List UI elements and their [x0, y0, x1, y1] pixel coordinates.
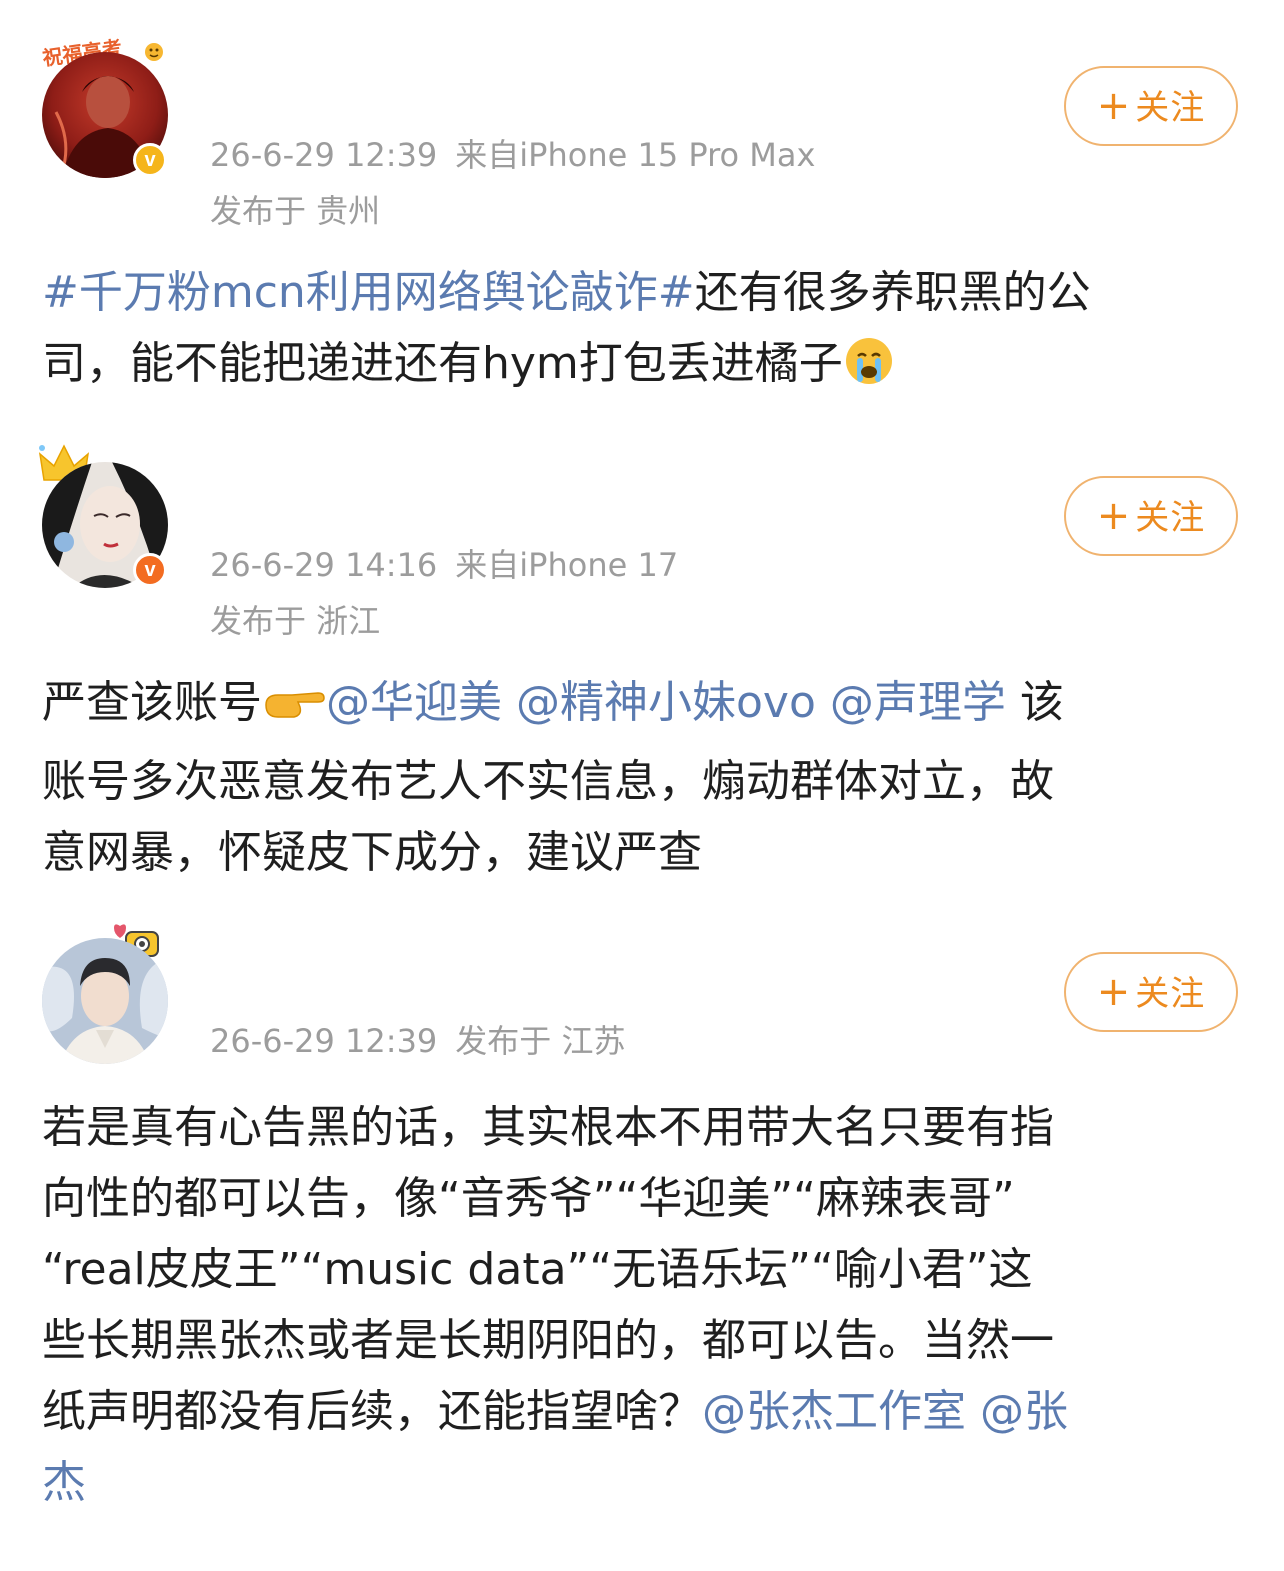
post-time: 26-6-29 14:16	[210, 546, 438, 584]
mention-link-continued[interactable]: 杰	[42, 1457, 86, 1508]
content-line: 司，能不能把递进还有hym打包丢进橘子	[42, 328, 1242, 407]
content-line: 些长期黑张杰或者是长期阴阳的，都可以告。当然一	[42, 1315, 1054, 1366]
follow-button[interactable]: + 关注	[1064, 66, 1238, 146]
follow-button[interactable]: + 关注	[1064, 476, 1238, 556]
content-line: 向性的都可以告，像“音秀爷”“华迎美”“麻辣表哥”	[42, 1173, 1015, 1224]
post-source: 来自iPhone 17	[455, 546, 679, 584]
content-line: #千万粉mcn利用网络舆论敲诈#还有很多养职黑的公	[42, 257, 1242, 328]
post-meta: 26-6-29 12:39 来自iPhone 15 Pro Max	[210, 130, 815, 176]
post-meta: 26-6-29 12:39 发布于 江苏	[210, 1016, 625, 1062]
follow-label: 关注	[1135, 974, 1206, 1014]
follow-label: 关注	[1135, 88, 1206, 128]
post-location: 发布于 浙江	[210, 596, 380, 642]
content-text: 该	[1005, 677, 1064, 728]
content-line: 若是真有心告黑的话，其实根本不用带大名只要有指	[42, 1102, 1054, 1153]
verified-badge-icon: v	[133, 553, 167, 587]
mention-link[interactable]: @声理学	[830, 677, 1006, 728]
content-text: 纸声明都没有后续，还能指望啥？	[42, 1386, 702, 1437]
content-text: 还有很多养职黑的公	[694, 267, 1091, 318]
post-content: 严查该账号 @华迎美 @精神小妹ovo @声理学 该 账号多次恶意发布艺人不实信…	[42, 667, 1242, 888]
post-3: + 关注 26-6-29 12:39 发布于 江苏 若是真有心告黑的话，其实根本不用…	[0, 900, 1284, 1571]
content-text: 司，能不能把递进还有hym打包丢进橘子	[42, 338, 843, 389]
post-content: #千万粉mcn利用网络舆论敲诈#还有很多养职黑的公 司，能不能把递进还有hym打…	[42, 257, 1242, 407]
content-line: 账号多次恶意发布艺人不实信息，煽动群体对立，故	[42, 756, 1054, 807]
post-content: 若是真有心告黑的话，其实根本不用带大名只要有指 向性的都可以告，像“音秀爷”“华…	[42, 1092, 1242, 1518]
mention-link[interactable]: @张杰工作室	[702, 1386, 966, 1437]
post-2: v + 关注 26-6-29 14:16 来自iPhone 17 发布于 浙江 严查…	[0, 420, 1284, 900]
plus-icon: +	[1096, 83, 1132, 129]
post-time: 26-6-29 12:39	[210, 136, 438, 174]
plus-icon: +	[1096, 969, 1132, 1015]
mention-link[interactable]: @华迎美	[326, 677, 502, 728]
content-line: “real皮皮王”“music data”“无语乐坛”“喻小君”这	[42, 1244, 1033, 1295]
crying-emoji-icon	[843, 334, 895, 407]
content-text: 严查该账号	[42, 677, 262, 728]
mention-link[interactable]: @张	[980, 1386, 1068, 1437]
post-1: 祝福高考 v + 关注 26-6-29 12:39 来自iPhone 15 Pr…	[0, 0, 1284, 420]
avatar[interactable]	[42, 938, 168, 1064]
post-meta: 26-6-29 14:16 来自iPhone 17	[210, 540, 678, 586]
follow-label: 关注	[1135, 498, 1206, 538]
post-time: 26-6-29 12:39	[210, 1022, 438, 1060]
location-text: 发布于 浙江	[210, 602, 381, 640]
verified-badge-icon: v	[133, 143, 167, 177]
content-line: 纸声明都没有后续，还能指望啥？@张杰工作室 @张	[42, 1376, 1242, 1447]
mention-link[interactable]: @精神小妹ovo	[516, 677, 816, 728]
post-location: 发布于 贵州	[210, 186, 380, 232]
post-source: 来自iPhone 15 Pro Max	[455, 136, 816, 174]
plus-icon: +	[1096, 493, 1132, 539]
content-line: 意网暴，怀疑皮下成分，建议严查	[42, 827, 702, 878]
hashtag-link[interactable]: #千万粉mcn利用网络舆论敲诈#	[42, 267, 695, 318]
follow-button[interactable]: + 关注	[1064, 952, 1238, 1032]
location-text: 发布于 贵州	[210, 192, 381, 230]
post-location: 发布于 江苏	[455, 1022, 626, 1060]
pointing-hand-icon	[262, 675, 326, 746]
content-line: 严查该账号 @华迎美 @精神小妹ovo @声理学 该	[42, 667, 1242, 746]
content-line: 杰	[42, 1447, 1242, 1518]
